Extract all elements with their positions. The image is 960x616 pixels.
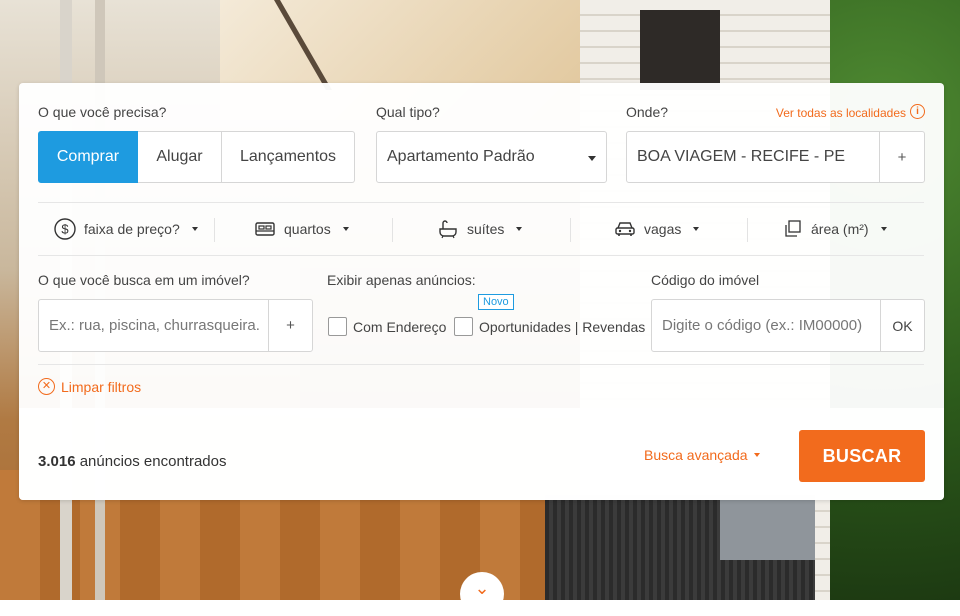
add-keyword-button[interactable]: + [268,300,312,351]
all-locations-link[interactable]: Ver todas as localidades [776,106,906,120]
tab-lancamentos[interactable]: Lançamentos [222,131,355,183]
chevron-down-icon [516,227,523,231]
code-label: Código do imóvel [651,272,760,288]
search-button[interactable]: BUSCAR [799,430,925,482]
checkbox-square[interactable] [328,317,347,336]
address-checkbox-label: Com Endereço [353,318,447,335]
bathtub-icon [437,219,459,239]
location-field[interactable]: BOA VIAGEM - RECIFE - PE + [626,131,925,183]
search-panel: O que você precisa? Qual tipo? Onde? Ver… [19,83,944,500]
price-filter-label: faixa de preço? [84,221,180,237]
divider [38,202,924,203]
code-ok-button[interactable]: OK [880,300,924,351]
area-filter-label: área (m²) [811,221,869,237]
divider [38,255,924,256]
address-checkbox[interactable]: Com Endereço [328,317,446,336]
results-count-suffix: anúncios encontrados [79,453,227,470]
opportunities-checkbox-label: Oportunidades | Revendas [479,318,646,335]
divider [570,218,571,242]
divider [214,218,215,242]
dollar-circle-icon: $ [54,218,76,240]
info-icon[interactable]: i [910,104,925,119]
divider [392,218,393,242]
area-icon [783,219,803,239]
property-type-select[interactable]: Apartamento Padrão [376,131,607,183]
svg-text:$: $ [61,222,69,237]
chevron-down-icon [588,156,596,161]
code-input[interactable] [652,300,881,351]
tab-comprar[interactable]: Comprar [38,131,138,183]
chevron-down-icon [753,453,760,457]
keyword-field: + [38,299,313,352]
bed-icon [254,220,276,238]
new-badge: Novo [478,294,514,310]
rooms-filter-label: quartos [284,221,331,237]
code-field: OK [651,299,925,352]
keyword-label: O que você busca em um imóvel? [38,272,250,288]
divider [747,218,748,242]
suites-filter-label: suítes [467,221,505,237]
scroll-down-button[interactable]: ⌄ [460,572,504,616]
parking-filter[interactable]: vagas [614,215,700,243]
clear-filters-link[interactable]: ✕ Limpar filtros [38,378,141,395]
area-filter[interactable]: área (m²) [783,215,887,243]
location-value: BOA VIAGEM - RECIFE - PE [637,148,846,165]
chevron-down-icon [191,227,198,231]
chevron-down-icon [342,227,349,231]
type-label: Qual tipo? [376,104,440,120]
car-icon [614,220,636,238]
parking-filter-label: vagas [644,221,682,237]
results-count-number: 3.016 [38,453,76,470]
results-count: 3.016 anúncios encontrados [38,453,227,470]
transaction-type-segmented: Comprar Alugar Lançamentos [38,131,355,183]
chevron-down-icon: ⌄ [474,578,490,598]
property-type-value: Apartamento Padrão [387,148,535,165]
where-label: Onde? [626,104,669,120]
advanced-search-link[interactable]: Busca avançada [644,447,760,463]
close-circle-icon: ✕ [38,378,55,395]
add-location-button[interactable]: + [879,132,924,182]
opportunities-checkbox[interactable]: Oportunidades | Revendas [454,317,645,336]
tab-alugar[interactable]: Alugar [138,131,222,183]
clear-filters-label: Limpar filtros [61,378,142,395]
price-filter[interactable]: $ faixa de preço? [54,215,198,243]
chevron-down-icon [693,227,700,231]
rooms-filter[interactable]: quartos [254,215,349,243]
advanced-search-label: Busca avançada [644,447,748,463]
keyword-input[interactable] [39,300,269,351]
results-footer: 3.016 anúncios encontrados Busca avançad… [19,408,944,500]
need-label: O que você precisa? [38,104,167,120]
suites-filter[interactable]: suítes [437,215,523,243]
divider [38,364,924,365]
chevron-down-icon [880,227,887,231]
checkbox-square[interactable] [454,317,473,336]
only-ads-label: Exibir apenas anúncios: [327,272,476,288]
